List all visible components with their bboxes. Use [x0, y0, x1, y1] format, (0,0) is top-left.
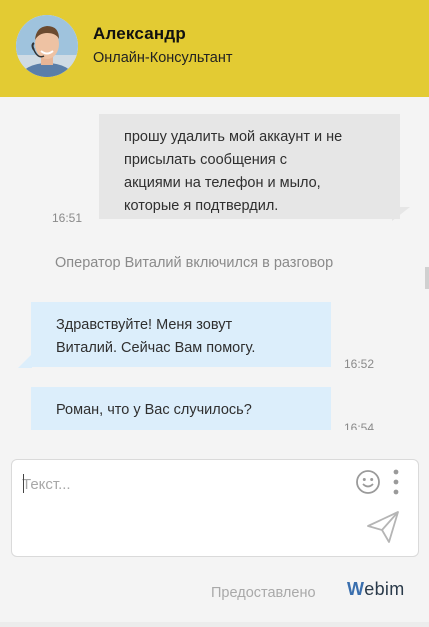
bubble-tail — [18, 354, 32, 368]
logo-w: W — [347, 579, 365, 599]
message-line: Здравствуйте! Меня зовут — [56, 317, 233, 333]
vertical-dots-icon[interactable] — [391, 468, 401, 496]
operator-role: Онлайн-Консультант — [93, 50, 233, 66]
message-line: которые я подтвердил. — [124, 198, 279, 214]
message-list[interactable]: прошу удалить мой аккаунт и не присылать… — [0, 97, 429, 430]
bottom-scrollbar[interactable] — [0, 622, 429, 627]
text-cursor — [23, 474, 24, 493]
webim-logo[interactable]: Webim — [347, 579, 405, 600]
message-input[interactable] — [22, 472, 342, 496]
message-line: Виталий. Сейчас Вам помогу. — [56, 340, 256, 356]
logo-rest: ebim — [364, 579, 405, 599]
message-composer — [11, 459, 419, 557]
bubble-tail — [392, 207, 410, 221]
message-line: акциями на телефон и мыло, — [124, 175, 321, 191]
chat-footer: Предоставлено Webim — [0, 430, 429, 627]
provided-by-label: Предоставлено — [211, 585, 316, 601]
outgoing-message: прошу удалить мой аккаунт и не присылать… — [99, 114, 400, 219]
system-message: Оператор Виталий включился в разговор — [55, 255, 334, 271]
message-time: 16:54 — [344, 421, 375, 430]
message-time: 16:51 — [52, 211, 83, 225]
incoming-message: Здравствуйте! Меня зовут Виталий. Сейчас… — [31, 302, 331, 367]
message-line: Роман, что у Вас случилось? — [56, 402, 252, 418]
operator-name: Александр — [93, 24, 186, 43]
incoming-message: Роман, что у Вас случилось? — [31, 387, 331, 430]
message-line: присылать сообщения с — [124, 152, 288, 168]
chat-header: Александр Онлайн-Консультант — [0, 0, 429, 97]
smiley-icon[interactable] — [355, 469, 381, 495]
scrollbar-thumb[interactable] — [425, 267, 429, 289]
paper-plane-icon[interactable] — [365, 509, 401, 545]
message-line: прошу удалить мой аккаунт и не — [124, 129, 343, 145]
message-time: 16:52 — [344, 357, 375, 371]
operator-avatar — [16, 15, 78, 77]
